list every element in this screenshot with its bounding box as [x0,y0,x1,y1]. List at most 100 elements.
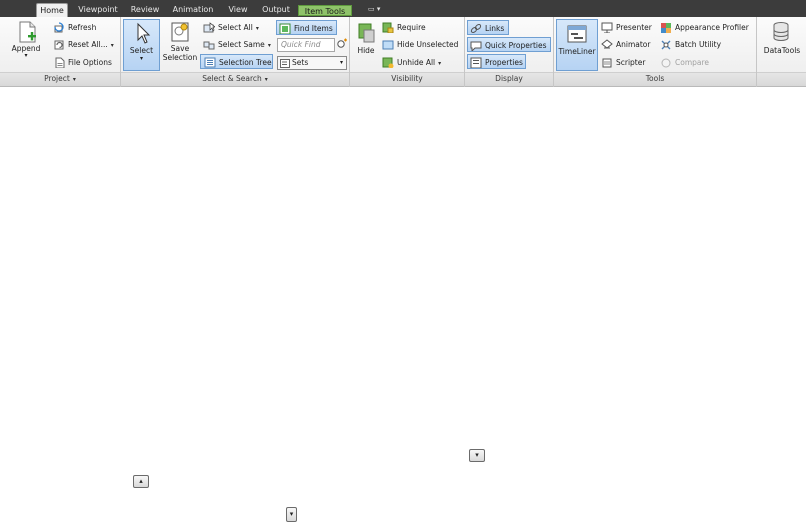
require-label: Require [397,23,426,32]
refresh-button[interactable]: Refresh [52,20,96,35]
select-same-label: Select Same [218,40,265,49]
links-label: Links [485,24,505,33]
presenter-icon [601,22,613,33]
require-button[interactable]: Require [381,20,426,35]
quick-properties-button[interactable]: Quick Properties [467,37,551,52]
sets-icon [280,59,290,68]
require-icon [382,22,394,33]
properties-button[interactable]: Properties [467,54,526,69]
file-options-icon [55,57,65,68]
hide-unselected-label: Hide Unselected [397,40,459,49]
chevron-down-icon: ▾ [339,59,343,66]
visibility-group-label: Visibility [391,74,423,83]
unhide-all-label: Unhide All [397,58,436,67]
quick-access-dropdown[interactable]: ▭ ▾ [368,4,392,14]
tools-group-label: Tools [645,74,665,83]
append-button[interactable]: Append ▾ [6,20,46,68]
select-all-label: Select All [218,23,253,32]
animator-icon [601,39,613,49]
tab-animation[interactable]: Animation [170,3,216,17]
chevron-down-icon: ▾ [438,60,442,67]
tab-review[interactable]: Review [128,3,162,17]
timeliner-icon [567,25,587,43]
batch-utility-icon [661,40,671,50]
datatools-group-bar [757,72,806,86]
animator-label: Animator [616,40,651,49]
hide-label: Hide [357,46,375,55]
chevron-down-icon: ▾ [255,25,259,32]
file-options-button[interactable]: File Options [52,55,112,70]
select-all-button[interactable]: Select All ▾ [202,20,259,35]
batch-utility-button[interactable]: Batch Utility [659,37,721,52]
find-items-label: Find Items [294,24,333,33]
select-button[interactable]: Select ▾ [123,19,160,71]
sets-dropdown[interactable]: Sets ▾ [277,56,347,70]
reset-all-label: Reset All... [68,40,108,49]
project-group-label[interactable]: Project ▾ [0,73,120,85]
properties-label: Properties [485,58,523,67]
chevron-down-icon: ▾ [110,42,114,49]
presenter-button[interactable]: Presenter [600,20,652,35]
quick-find-icon[interactable] [336,38,348,50]
selection-tree-label: Selection Tree [219,58,272,67]
chevron-down-icon: ▾ [289,510,294,518]
append-dropdown-arrow: ▾ [24,52,28,59]
select-search-group-label[interactable]: Select & Search ▾ [121,73,349,85]
tab-item-tools[interactable]: Item Tools [298,5,352,16]
select-label: Select [129,46,154,55]
datatools-button[interactable]: DataTools [760,20,804,68]
appearance-profiler-label: Appearance Profiler [675,23,749,32]
selection-tree-icon [204,57,216,68]
links-button[interactable]: Links [467,20,509,35]
cursor-arrow-icon [137,22,150,44]
refresh-icon [54,22,64,33]
compare-button[interactable]: Compare [659,55,709,70]
hide-button[interactable]: Hide [352,20,380,68]
select-all-icon [203,22,215,33]
reset-all-button[interactable]: Reset All... ▾ [52,37,114,52]
collapse-control-button[interactable]: ▴ [133,475,149,488]
tab-viewpoint[interactable]: Viewpoint [74,3,122,17]
scripter-button[interactable]: Scripter [600,55,645,70]
hide-unselected-icon [382,40,394,50]
dropdown-control-button[interactable]: ▾ [286,507,297,522]
save-selection-label-line2: Selection [162,53,198,62]
sets-label: Sets [292,58,309,67]
chevron-up-icon: ▴ [139,477,143,485]
expand-control-button[interactable]: ▾ [469,449,485,462]
appearance-profiler-button[interactable]: Appearance Profiler [659,20,749,35]
selection-tree-button[interactable]: Selection Tree [200,54,273,69]
animator-button[interactable]: Animator [600,37,650,52]
reset-icon [54,40,64,50]
quick-properties-icon [470,41,482,51]
select-same-icon [203,41,215,50]
save-selection-button[interactable]: Save Selection [162,20,198,70]
select-dropdown-arrow: ▾ [139,55,143,62]
tab-home[interactable]: Home [36,3,68,17]
display-group-label: Display [495,74,523,83]
unhide-all-button[interactable]: Unhide All ▾ [381,55,441,70]
group-separator [756,17,757,87]
scripter-icon [602,58,612,68]
timeliner-button[interactable]: TimeLiner [556,19,598,71]
ribbon-tab-bar: Home Viewpoint Review Animation View Out… [0,0,806,17]
quick-find-input[interactable]: Quick Find [277,38,335,52]
refresh-label: Refresh [68,23,97,32]
select-same-button[interactable]: Select Same ▾ [202,37,271,52]
appearance-profiler-icon [661,23,671,33]
tab-output[interactable]: Output [258,3,294,17]
hide-icon [358,23,375,43]
tab-view[interactable]: View [224,3,252,17]
timeliner-label: TimeLiner [558,47,596,56]
link-icon [470,24,482,33]
file-options-label: File Options [68,58,112,67]
properties-icon [470,57,482,68]
hide-unselected-button[interactable]: Hide Unselected [381,37,458,52]
save-selection-icon [171,22,189,42]
find-items-button[interactable]: Find Items [276,20,337,35]
compare-label: Compare [675,58,710,67]
save-selection-label-line1: Save [170,44,190,53]
datatools-label: DataTools [763,46,801,55]
presenter-label: Presenter [616,23,652,32]
unhide-all-icon [382,57,394,68]
